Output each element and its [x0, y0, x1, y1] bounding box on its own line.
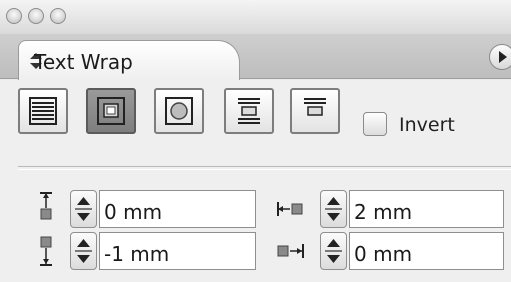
bottom-offset-field[interactable]: [99, 232, 256, 270]
top-offset-field[interactable]: [99, 190, 256, 228]
bottom-offset-stepper[interactable]: [70, 232, 97, 270]
bottom-offset-icon: [38, 234, 54, 272]
left-offset-icon: [276, 200, 306, 222]
minimize-window-button[interactable]: [28, 8, 44, 24]
top-offset-stepper[interactable]: [70, 190, 97, 228]
panel-menu-arrow-icon: [499, 51, 507, 63]
object-shape-wrap-icon: [165, 97, 193, 125]
window-titlebar: [0, 0, 511, 35]
tab-title: Text Wrap: [34, 50, 133, 74]
left-offset-field[interactable]: [349, 190, 504, 228]
wrap-around-bounding-box-button[interactable]: [86, 88, 136, 134]
jump-object-wrap-icon: [238, 98, 260, 124]
no-wrap-icon: [29, 97, 57, 125]
jump-to-next-column-button[interactable]: [290, 88, 340, 134]
bounding-box-wrap-icon: [97, 97, 125, 125]
left-offset-stepper[interactable]: [320, 190, 347, 228]
close-window-button[interactable]: [6, 8, 22, 24]
right-offset-icon: [276, 242, 306, 264]
top-offset-icon: [38, 190, 54, 228]
invert-label: Invert: [399, 114, 455, 136]
section-divider: [18, 166, 511, 170]
zoom-window-button[interactable]: [50, 8, 66, 24]
right-offset-stepper[interactable]: [320, 232, 347, 270]
jump-column-wrap-icon: [304, 98, 326, 116]
panel-menu-button[interactable]: [489, 44, 511, 70]
no-text-wrap-button[interactable]: [18, 88, 68, 134]
invert-checkbox[interactable]: [363, 112, 387, 136]
jump-object-button[interactable]: [224, 88, 274, 134]
wrap-around-object-shape-button[interactable]: [154, 88, 204, 134]
text-wrap-panel: Invert: [0, 80, 511, 282]
right-offset-field[interactable]: [349, 232, 504, 270]
